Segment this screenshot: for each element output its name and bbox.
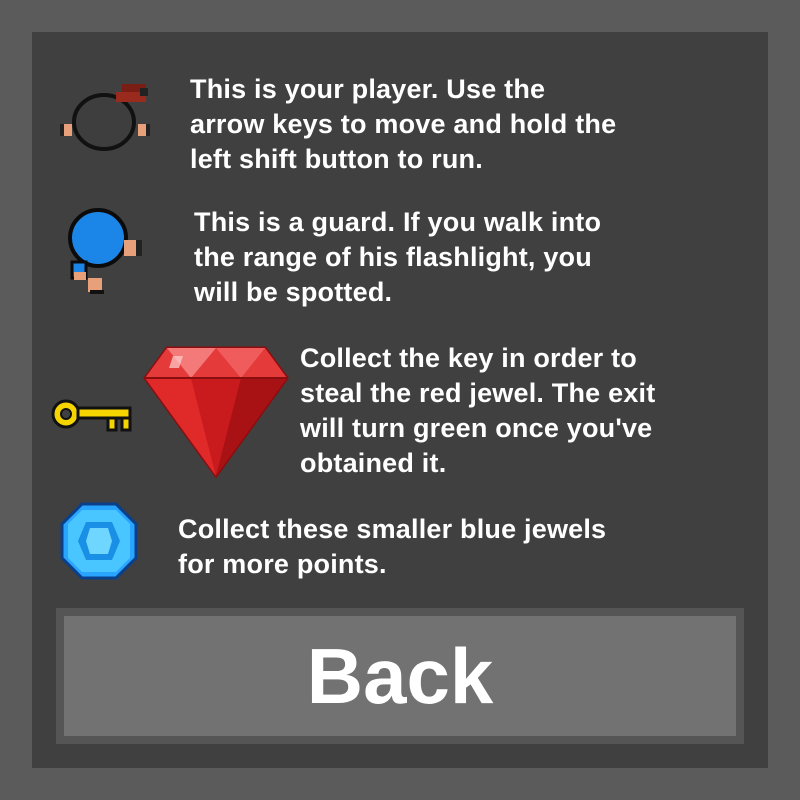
player-line-1: This is your player. Use the [190, 74, 546, 104]
guard-description: This is a guard. If you walk into the ra… [194, 205, 601, 310]
player-line-2: arrow keys to move and hold the [190, 109, 617, 139]
back-button[interactable]: Back [64, 616, 736, 736]
red-jewel-icon [143, 344, 289, 478]
blue-jewel-line-2: for more points. [178, 549, 387, 579]
guard-line-2: the range of his flashlight, you [194, 242, 592, 272]
key-jewel-line-4: obtained it. [300, 448, 447, 478]
blue-jewel-description: Collect these smaller blue jewels for mo… [178, 512, 606, 582]
guard-icon [66, 206, 150, 298]
key-jewel-description: Collect the key in order to steal the re… [300, 341, 655, 481]
player-line-3: left shift button to run. [190, 144, 483, 174]
blue-jewel-icon [60, 502, 138, 580]
player-description: This is your player. Use the arrow keys … [190, 72, 616, 177]
back-button-label: Back [306, 632, 494, 720]
key-icon [50, 396, 134, 432]
guard-line-3: will be spotted. [194, 277, 393, 307]
blue-jewel-line-1: Collect these smaller blue jewels [178, 514, 607, 544]
guard-line-1: This is a guard. If you walk into [194, 207, 602, 237]
player-icon [58, 82, 156, 154]
key-jewel-line-2: steal the red jewel. The exit [300, 378, 656, 408]
key-jewel-line-3: will turn green once you've [300, 413, 653, 443]
key-jewel-line-1: Collect the key in order to [300, 343, 637, 373]
